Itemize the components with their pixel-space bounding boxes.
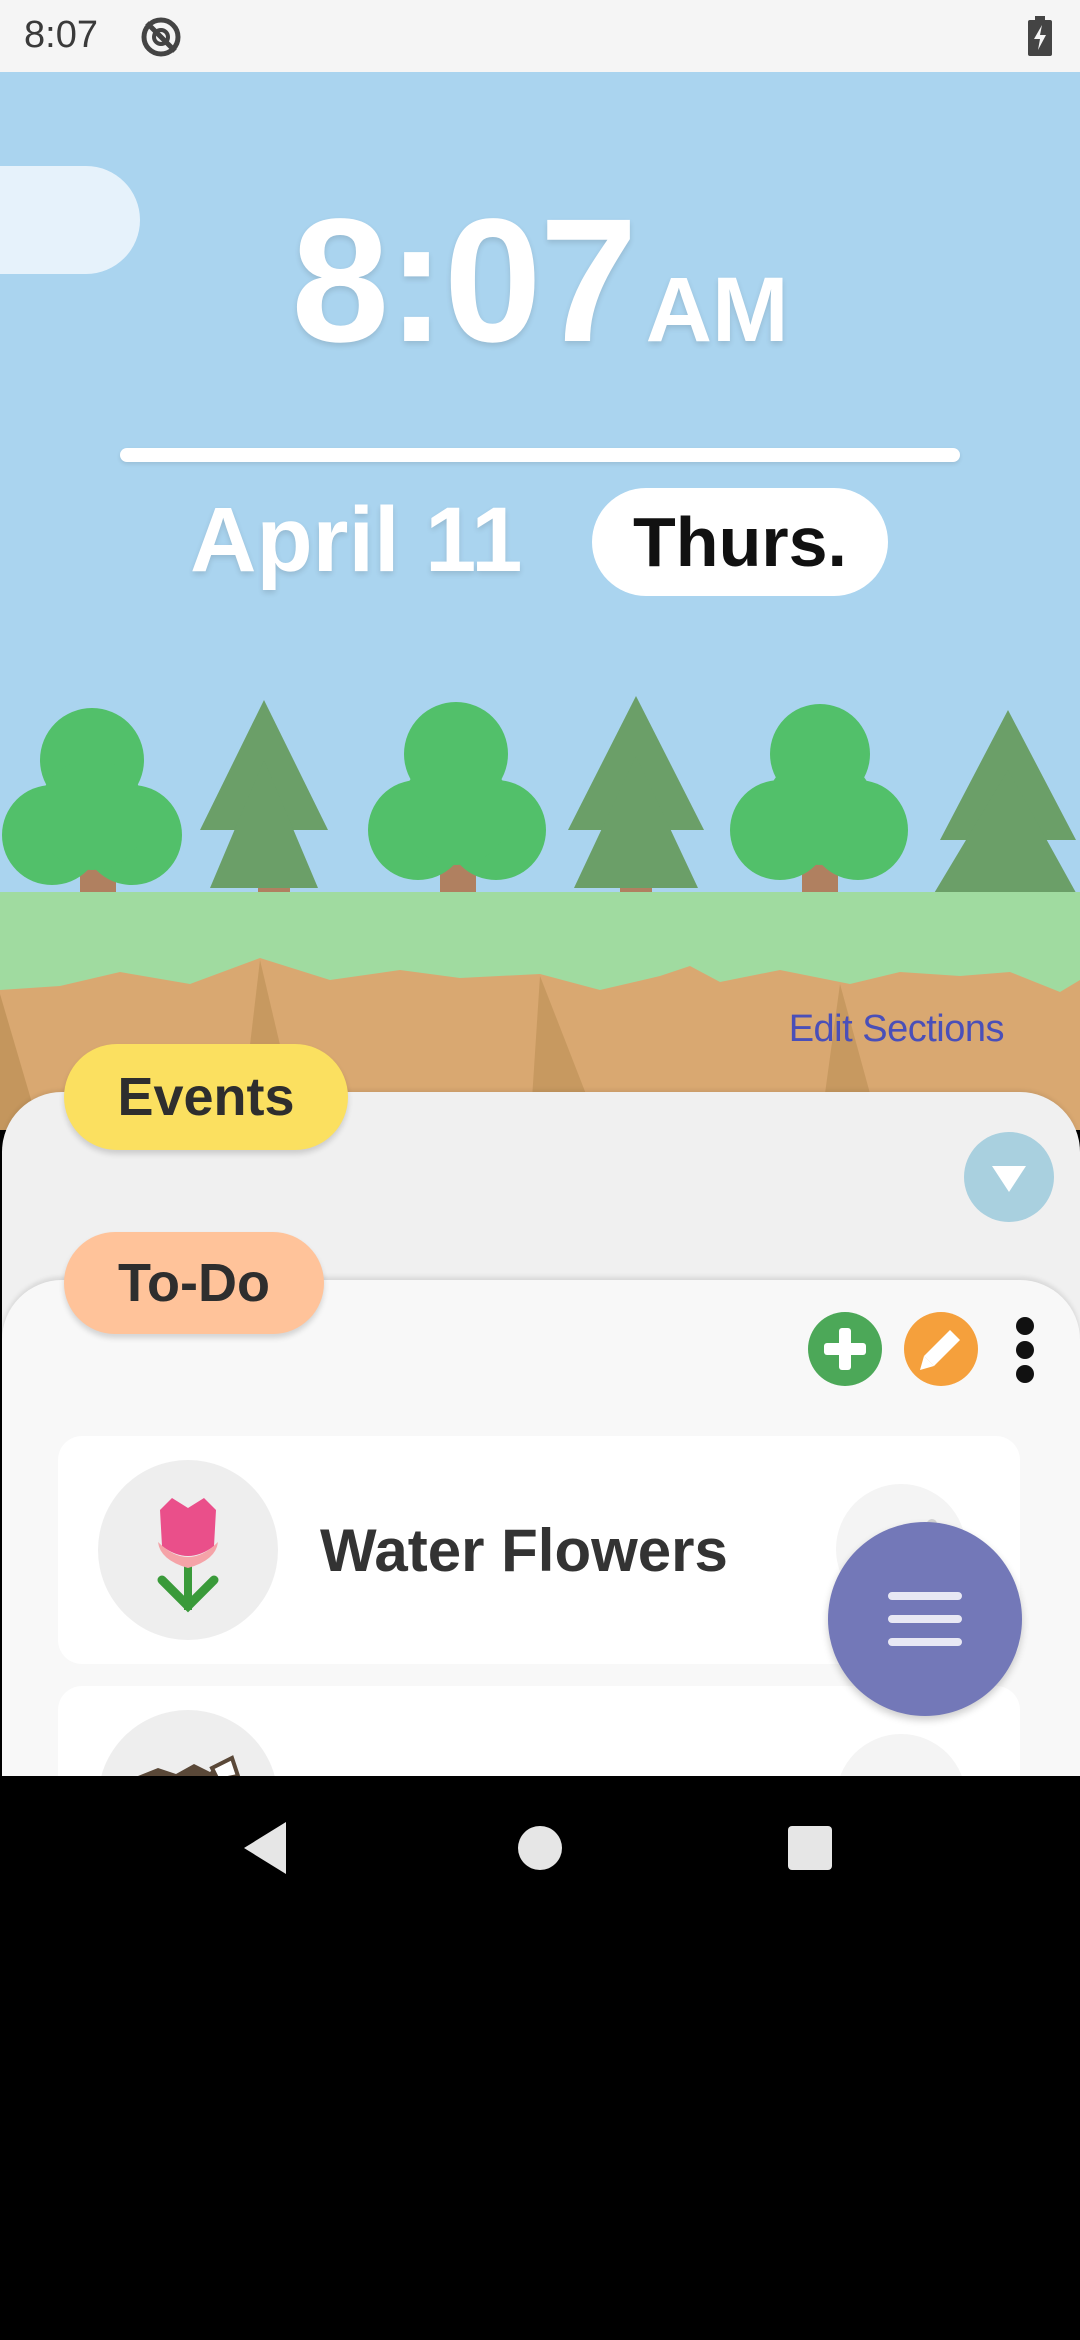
plus-icon	[824, 1328, 866, 1370]
todo-item-label: Water Flowers	[320, 1517, 728, 1584]
round-tree-icon	[368, 702, 546, 920]
chevron-down-icon	[992, 1166, 1026, 1192]
add-todo-button[interactable]	[808, 1312, 882, 1386]
clock-divider	[120, 448, 960, 462]
round-tree-icon	[2, 708, 182, 920]
back-icon[interactable]	[244, 1822, 286, 1874]
system-navigation-bar	[244, 1822, 832, 1874]
home-icon[interactable]	[518, 1826, 562, 1870]
pine-tree-icon	[200, 700, 328, 920]
status-bar: 8:07	[0, 0, 1080, 72]
pine-tree-icon	[568, 696, 704, 920]
clock: 8:07 AM	[0, 180, 1080, 382]
todo-item-icon-holder	[98, 1460, 278, 1640]
edit-sections-link[interactable]: Edit Sections	[789, 1008, 1005, 1051]
pencil-icon	[920, 1330, 960, 1370]
collapse-events-button[interactable]	[964, 1132, 1054, 1222]
menu-icon	[888, 1592, 962, 1646]
round-tree-icon	[730, 704, 908, 920]
tulip-icon	[157, 1498, 219, 1613]
more-options-icon[interactable]	[1004, 1314, 1046, 1386]
day-of-week-badge: Thurs.	[592, 488, 888, 596]
clock-ampm: AM	[645, 259, 789, 361]
clock-time: 8:07	[291, 183, 637, 379]
sync-off-icon	[141, 17, 181, 57]
recent-apps-icon[interactable]	[788, 1826, 832, 1870]
todo-section-tab[interactable]: To-Do	[64, 1232, 324, 1334]
clock-date: April 11	[190, 489, 523, 591]
battery-charging-icon	[1028, 16, 1052, 56]
trees-illustration	[2, 696, 1080, 920]
edit-todo-button[interactable]	[904, 1312, 978, 1386]
events-section-tab[interactable]: Events	[64, 1044, 348, 1150]
menu-fab[interactable]	[828, 1522, 1022, 1716]
pine-tree-icon	[930, 710, 1080, 920]
status-time: 8:07	[24, 14, 98, 56]
